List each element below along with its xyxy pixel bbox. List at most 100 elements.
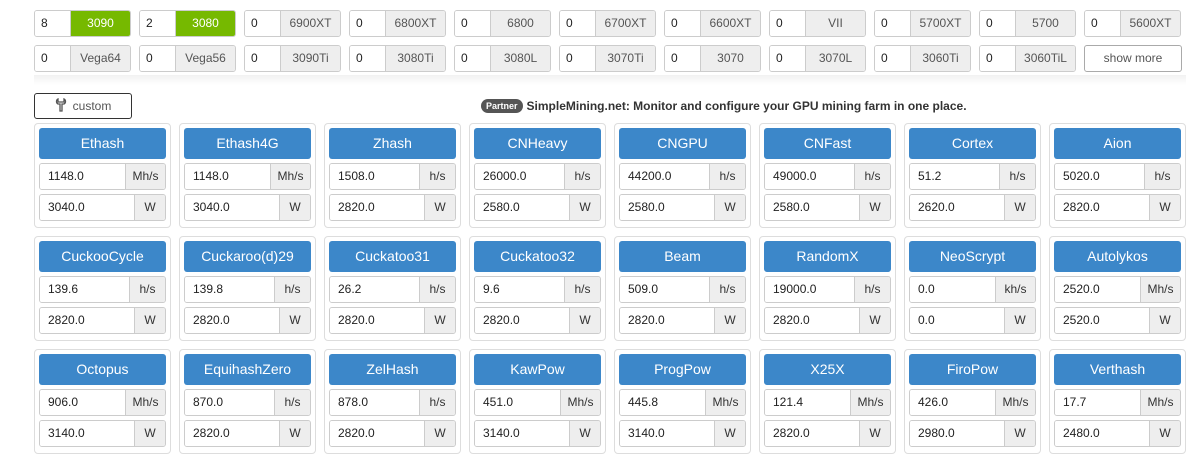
- gpu-model-toggle[interactable]: 3090: [71, 11, 130, 36]
- gpu-quantity-input[interactable]: 0: [1085, 11, 1121, 36]
- gpu-quantity-input[interactable]: 0: [875, 11, 911, 36]
- gpu-quantity-input[interactable]: 2: [140, 11, 176, 36]
- hashrate-input[interactable]: 49000.0: [765, 164, 854, 189]
- hashrate-input[interactable]: 1148.0: [40, 164, 125, 189]
- power-input[interactable]: 2820.0: [620, 308, 714, 333]
- hashrate-input[interactable]: 26.2: [330, 277, 419, 302]
- gpu-model-toggle[interactable]: 6700XT: [596, 11, 655, 36]
- hashrate-input[interactable]: 9.6: [475, 277, 564, 302]
- hashrate-input[interactable]: 426.0: [910, 390, 995, 415]
- gpu-quantity-input[interactable]: 0: [350, 11, 386, 36]
- hashrate-input[interactable]: 26000.0: [475, 164, 564, 189]
- hashrate-input[interactable]: 19000.0: [765, 277, 854, 302]
- gpu-quantity-input[interactable]: 0: [980, 11, 1016, 36]
- gpu-model-toggle[interactable]: 5600XT: [1121, 11, 1180, 36]
- gpu-model-toggle[interactable]: 3070Ti: [596, 46, 655, 71]
- algorithm-toggle-button[interactable]: ZelHash: [329, 354, 456, 385]
- gpu-model-toggle[interactable]: 6800XT: [386, 11, 445, 36]
- power-input[interactable]: 3140.0: [475, 421, 569, 446]
- power-input[interactable]: 2820.0: [475, 308, 569, 333]
- gpu-model-toggle[interactable]: Vega56: [176, 46, 235, 71]
- algorithm-toggle-button[interactable]: X25X: [764, 354, 891, 385]
- algorithm-toggle-button[interactable]: EquihashZero: [184, 354, 311, 385]
- algorithm-toggle-button[interactable]: Cuckatoo31: [329, 241, 456, 272]
- gpu-model-toggle[interactable]: Vega64: [71, 46, 130, 71]
- gpu-model-toggle[interactable]: 6900XT: [281, 11, 340, 36]
- power-input[interactable]: 3040.0: [40, 195, 134, 220]
- power-input[interactable]: 2820.0: [765, 421, 859, 446]
- algorithm-toggle-button[interactable]: CuckooCycle: [39, 241, 166, 272]
- hashrate-input[interactable]: 1148.0: [185, 164, 270, 189]
- power-input[interactable]: 2620.0: [910, 195, 1004, 220]
- algorithm-toggle-button[interactable]: FiroPow: [909, 354, 1036, 385]
- power-input[interactable]: 3040.0: [185, 195, 279, 220]
- gpu-quantity-input[interactable]: 0: [665, 11, 701, 36]
- hashrate-input[interactable]: 2520.0: [1055, 277, 1140, 302]
- hashrate-input[interactable]: 509.0: [620, 277, 709, 302]
- algorithm-toggle-button[interactable]: KawPow: [474, 354, 601, 385]
- gpu-quantity-input[interactable]: 0: [560, 46, 596, 71]
- hashrate-input[interactable]: 139.6: [40, 277, 129, 302]
- custom-button[interactable]: custom: [34, 93, 132, 119]
- hashrate-input[interactable]: 0.0: [910, 277, 995, 302]
- algorithm-toggle-button[interactable]: CNFast: [764, 128, 891, 159]
- hashrate-input[interactable]: 451.0: [475, 390, 560, 415]
- algorithm-toggle-button[interactable]: Cuckatoo32: [474, 241, 601, 272]
- gpu-quantity-input[interactable]: 0: [245, 11, 281, 36]
- gpu-quantity-input[interactable]: 8: [35, 11, 71, 36]
- hashrate-input[interactable]: 445.8: [620, 390, 705, 415]
- gpu-quantity-input[interactable]: 0: [455, 46, 491, 71]
- power-input[interactable]: 2820.0: [185, 421, 279, 446]
- algorithm-toggle-button[interactable]: Cuckaroo(d)29: [184, 241, 311, 272]
- gpu-model-toggle[interactable]: 6600XT: [701, 11, 760, 36]
- power-input[interactable]: 2820.0: [330, 308, 424, 333]
- algorithm-toggle-button[interactable]: CNHeavy: [474, 128, 601, 159]
- gpu-model-toggle[interactable]: 3080: [176, 11, 235, 36]
- power-input[interactable]: 3140.0: [620, 421, 714, 446]
- power-input[interactable]: 3140.0: [40, 421, 134, 446]
- gpu-quantity-input[interactable]: 0: [140, 46, 176, 71]
- algorithm-toggle-button[interactable]: Octopus: [39, 354, 166, 385]
- hashrate-input[interactable]: 5020.0: [1055, 164, 1144, 189]
- algorithm-toggle-button[interactable]: Ethash: [39, 128, 166, 159]
- hashrate-input[interactable]: 870.0: [185, 390, 274, 415]
- gpu-quantity-input[interactable]: 0: [35, 46, 71, 71]
- power-input[interactable]: 2520.0: [1055, 308, 1149, 333]
- power-input[interactable]: 2480.0: [1055, 421, 1149, 446]
- gpu-model-toggle[interactable]: 3080Ti: [386, 46, 445, 71]
- gpu-quantity-input[interactable]: 0: [770, 11, 806, 36]
- power-input[interactable]: 2820.0: [330, 195, 424, 220]
- gpu-model-toggle[interactable]: 3080L: [491, 46, 550, 71]
- show-more-button[interactable]: show more: [1084, 45, 1182, 72]
- gpu-quantity-input[interactable]: 0: [875, 46, 911, 71]
- gpu-model-toggle[interactable]: 3090Ti: [281, 46, 340, 71]
- algorithm-toggle-button[interactable]: Beam: [619, 241, 746, 272]
- power-input[interactable]: 2580.0: [765, 195, 859, 220]
- gpu-quantity-input[interactable]: 0: [245, 46, 281, 71]
- hashrate-input[interactable]: 139.8: [185, 277, 274, 302]
- gpu-model-toggle[interactable]: 3060TiL: [1016, 46, 1075, 71]
- power-input[interactable]: 0.0: [910, 308, 1004, 333]
- partner-banner[interactable]: Partner SimpleMining.net: Monitor and co…: [481, 99, 967, 113]
- hashrate-input[interactable]: 878.0: [330, 390, 419, 415]
- algorithm-toggle-button[interactable]: Verthash: [1054, 354, 1181, 385]
- power-input[interactable]: 2820.0: [40, 308, 134, 333]
- algorithm-toggle-button[interactable]: Zhash: [329, 128, 456, 159]
- algorithm-toggle-button[interactable]: NeoScrypt: [909, 241, 1036, 272]
- hashrate-input[interactable]: 17.7: [1055, 390, 1140, 415]
- algorithm-toggle-button[interactable]: Aion: [1054, 128, 1181, 159]
- gpu-model-toggle[interactable]: 5700XT: [911, 11, 970, 36]
- gpu-quantity-input[interactable]: 0: [560, 11, 596, 36]
- power-input[interactable]: 2580.0: [620, 195, 714, 220]
- gpu-quantity-input[interactable]: 0: [980, 46, 1016, 71]
- gpu-quantity-input[interactable]: 0: [770, 46, 806, 71]
- hashrate-input[interactable]: 51.2: [910, 164, 999, 189]
- algorithm-toggle-button[interactable]: ProgPow: [619, 354, 746, 385]
- power-input[interactable]: 2820.0: [330, 421, 424, 446]
- power-input[interactable]: 2580.0: [475, 195, 569, 220]
- algorithm-toggle-button[interactable]: Cortex: [909, 128, 1036, 159]
- gpu-model-toggle[interactable]: VII: [806, 11, 865, 36]
- algorithm-toggle-button[interactable]: Ethash4G: [184, 128, 311, 159]
- gpu-quantity-input[interactable]: 0: [455, 11, 491, 36]
- power-input[interactable]: 2820.0: [185, 308, 279, 333]
